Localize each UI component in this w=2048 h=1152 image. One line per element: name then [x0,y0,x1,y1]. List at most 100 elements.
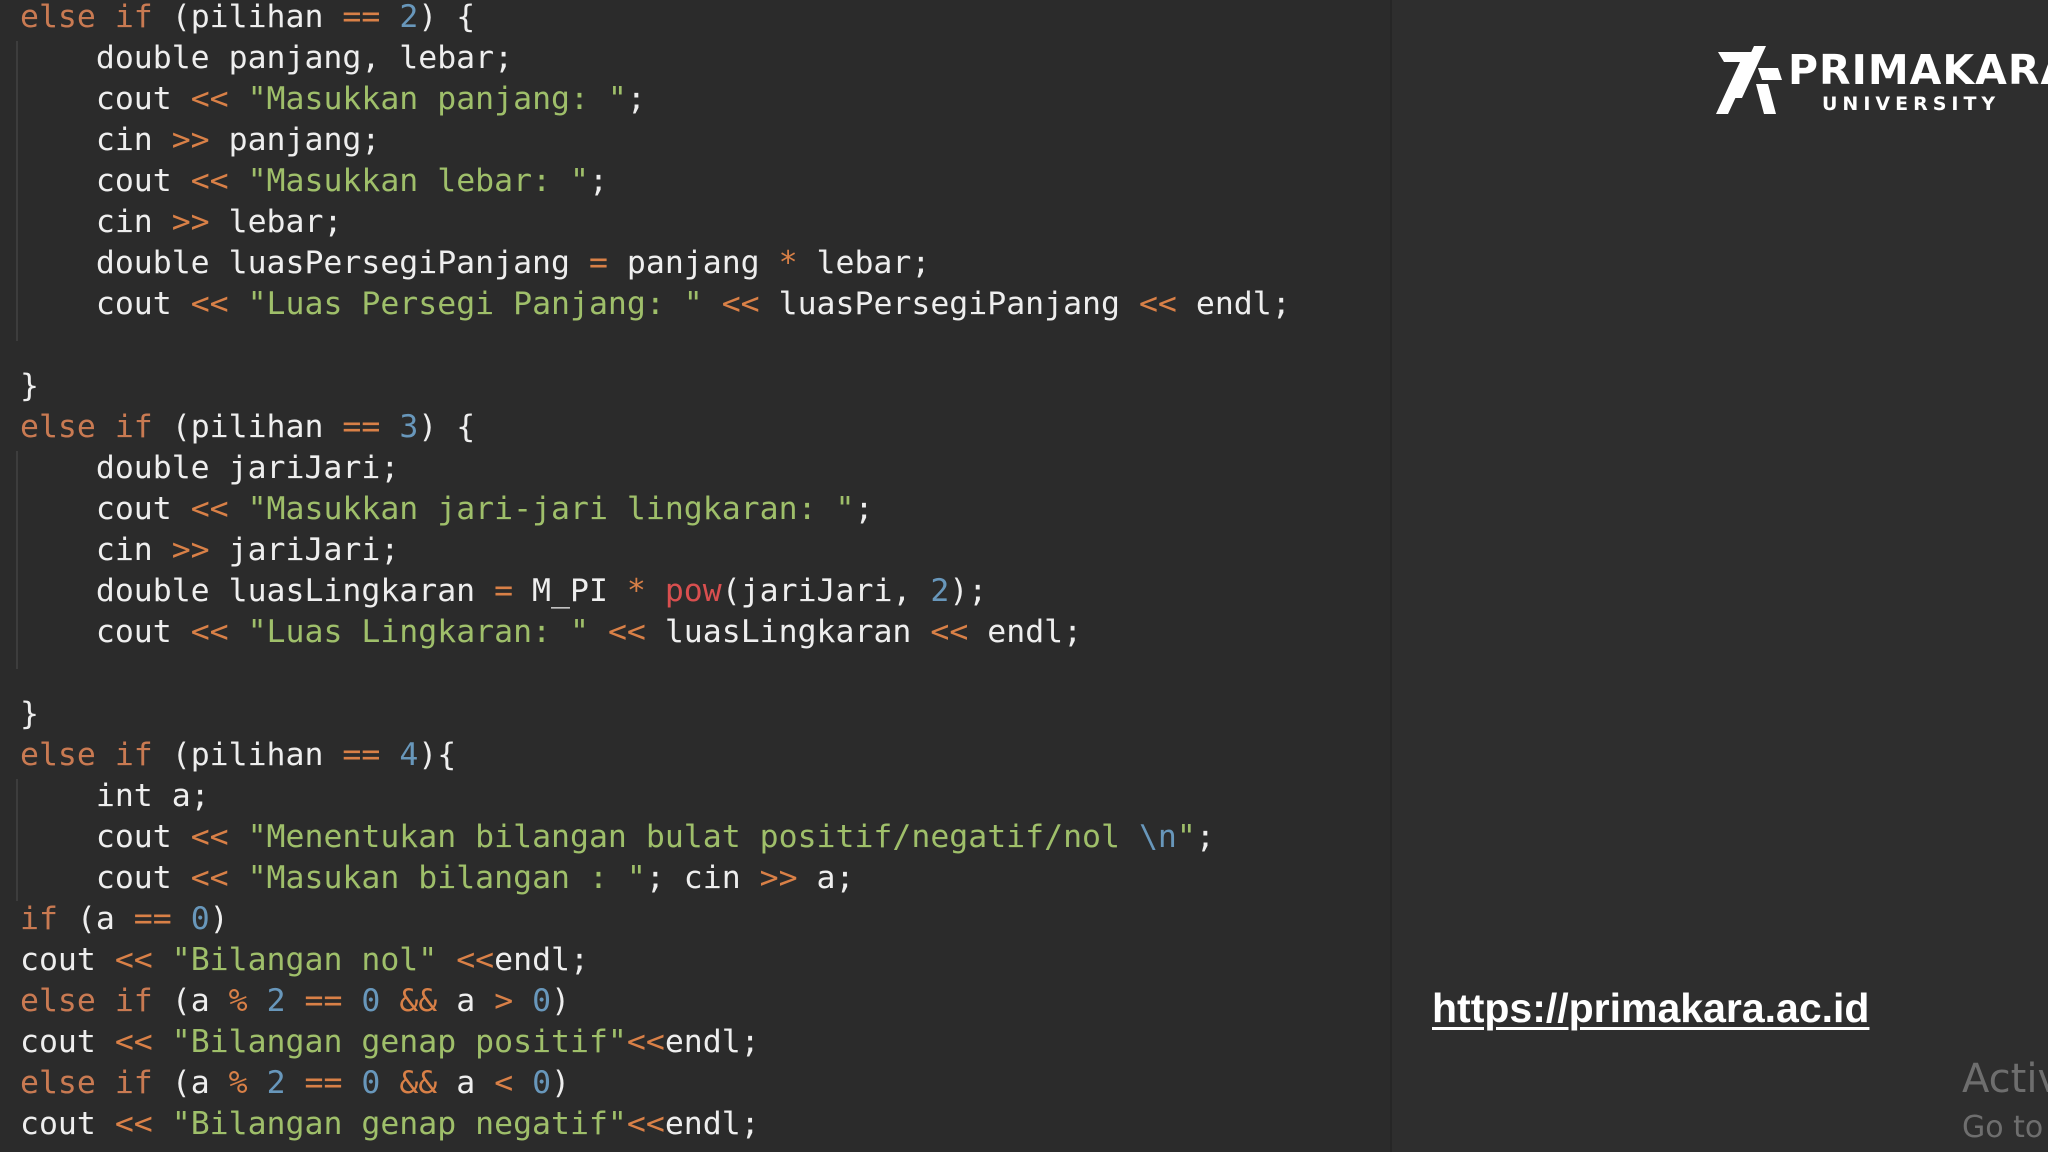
code-token: cout [20,860,191,896]
code-token: luasPersegiPanjang [759,286,1139,322]
code-token: >> [171,204,210,240]
code-token: 3 [399,409,419,445]
code-line: cin >> jariJari; [20,530,399,571]
code-token: else if [20,0,153,35]
code-token: 2 [266,983,286,1019]
code-token: (a [57,901,134,937]
code-token: ; [854,491,874,527]
code-token: 2 [266,1065,286,1101]
code-token: endl; [1176,286,1291,322]
code-token: * [778,245,798,281]
logo-name: PRIMAKARA [1788,46,2048,94]
code-token: cout [20,163,191,199]
code-token: << [626,1024,665,1060]
code-token: endl; [494,942,589,978]
primakara-logo: PRIMAKARA UNIVERSITY [1712,44,2048,120]
code-token: lebar; [797,245,931,281]
code-token: a [437,1065,495,1101]
code-token: << [190,860,229,896]
code-token: } [20,696,39,732]
code-line: cout << "Bilangan genap negatif"<<endl; [20,1104,760,1145]
code-token: (pilihan [152,737,343,773]
code-token: "Masukan bilangan : " [247,860,646,896]
code-line: double luasLingkaran = M_PI * pow(jariJa… [20,571,987,612]
primakara-logo-mark-icon [1716,46,1782,114]
code-token: > [494,983,514,1019]
code-token: ) [551,983,571,1019]
code-token: cout [20,1106,115,1142]
code-token: lebar; [209,204,343,240]
code-token: == [342,0,381,35]
code-token: << [607,614,646,650]
code-token: ; [626,81,646,117]
code-token: \n [1138,819,1177,855]
code-token: << [930,614,969,650]
code-token: panjang; [209,122,381,158]
code-token: } [20,368,39,404]
code-token: ) [551,1065,571,1101]
code-token: 0 [532,1065,552,1101]
code-line: } [20,366,39,407]
code-token: << [190,286,229,322]
code-token: << [456,942,495,978]
code-token: "Menentukan bilangan bulat positif/negat… [247,819,1139,855]
code-token: << [721,286,760,322]
code-token: ) { [418,0,476,35]
code-line: cout << "Masukkan jari-jari lingkaran: "… [20,489,874,530]
code-token: jariJari; [209,532,400,568]
code-line: cout << "Bilangan genap positif"<<endl; [20,1022,760,1063]
code-token: = [588,245,608,281]
code-token: && [399,1065,438,1101]
code-token: double panjang, lebar; [20,40,514,76]
code-token: endl; [968,614,1083,650]
code-line: double panjang, lebar; [20,38,513,79]
code-token: " [1176,819,1196,855]
website-link[interactable]: https://primakara.ac.id [1432,985,1869,1032]
code-token: int a; [20,778,210,814]
code-line: int a; [20,776,210,817]
code-token: ){ [418,737,457,773]
code-token: << [114,1106,153,1142]
code-token: == [304,983,343,1019]
code-line: else if (a % 2 == 0 && a < 0) [20,1063,570,1104]
code-token: cin [20,532,172,568]
code-line: } [20,694,39,735]
code-token: cout [20,81,191,117]
indent-guide [16,451,18,669]
code-token: cout [20,286,191,322]
code-token: cout [20,1024,115,1060]
code-token: double luasPersegiPanjang [20,245,589,281]
code-token: "Masukkan panjang: " [247,81,627,117]
code-line: cout << "Masukan bilangan : "; cin >> a; [20,858,855,899]
code-token: panjang [607,245,779,281]
code-token: 0 [532,983,552,1019]
code-line: else if (pilihan == 4){ [20,735,456,776]
code-token: ; cin [645,860,760,896]
code-token: "Masukkan lebar: " [247,163,589,199]
code-token: double luasLingkaran [20,573,495,609]
code-token: >> [171,122,210,158]
code-token: && [399,983,438,1019]
code-token: 2 [399,0,419,35]
code-token: 2 [930,573,950,609]
code-editor[interactable]: else if (pilihan == 2) { double panjang,… [0,0,1390,1152]
code-token: (a [152,1065,229,1101]
code-line: cin >> lebar; [20,202,343,243]
code-token: 4 [399,737,419,773]
